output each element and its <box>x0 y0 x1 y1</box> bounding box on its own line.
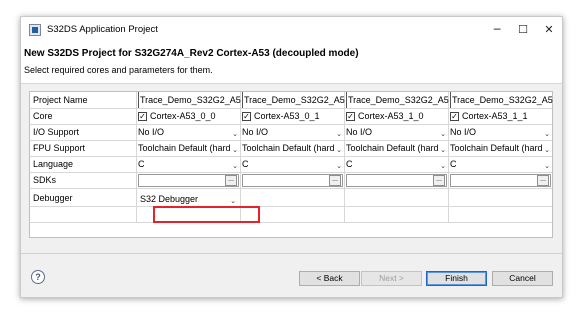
table-column-divider <box>344 92 345 223</box>
footer-divider <box>21 253 562 254</box>
title-bar: S32DS Application Project ─ ☐ ✕ <box>21 17 562 43</box>
core-label: Cortex-A53_1_0 <box>358 111 424 121</box>
core-checkbox[interactable]: ✓ <box>138 112 147 121</box>
io-support-select[interactable]: No I/O <box>138 124 230 140</box>
debugger-select[interactable]: S32 Debugger <box>140 191 228 207</box>
window-title: S32DS Application Project <box>47 24 158 35</box>
core-checkbox[interactable]: ✓ <box>242 112 251 121</box>
chevron-down-icon[interactable]: ⌄ <box>231 158 239 174</box>
maximize-button[interactable]: ☐ <box>510 17 536 43</box>
fpu-support-select[interactable]: Toolchain Default (hard) <box>450 140 542 156</box>
sdk-field[interactable] <box>242 174 343 187</box>
chevron-down-icon[interactable]: ⌄ <box>439 158 447 174</box>
language-select[interactable]: C <box>138 156 230 172</box>
sdk-browse-button[interactable]: ... <box>329 175 341 186</box>
table-column-divider <box>448 92 449 223</box>
finish-button[interactable]: Finish <box>426 271 487 286</box>
io-support-select[interactable]: No I/O <box>450 124 542 140</box>
core-parameters-table: Project Name Core I/O Support FPU Support La… <box>29 91 553 238</box>
wizard-header: New S32DS Project for S32G274A_Rev2 Cort… <box>21 43 562 84</box>
chevron-down-icon[interactable]: ⌄ <box>231 142 239 158</box>
sdk-browse-button[interactable]: ... <box>537 175 549 186</box>
project-name-input[interactable]: Trace_Demo_S32G2_A53_1_1 <box>450 92 553 108</box>
chevron-down-icon[interactable]: ⌄ <box>543 158 551 174</box>
row-label-fpu-support: FPU Support <box>33 143 86 153</box>
chevron-down-icon[interactable]: ⌄ <box>543 126 551 142</box>
help-circle-icon[interactable]: ? <box>31 270 45 284</box>
fpu-support-select[interactable]: Toolchain Default (hard) <box>138 140 230 156</box>
next-button[interactable]: Next > <box>361 271 422 286</box>
core-checkbox[interactable]: ✓ <box>346 112 355 121</box>
close-button[interactable]: ✕ <box>536 17 562 43</box>
sdk-field[interactable] <box>450 174 551 187</box>
io-support-select[interactable]: No I/O <box>242 124 334 140</box>
table-row-divider <box>30 172 552 173</box>
sdk-field[interactable] <box>138 174 239 187</box>
page-subtitle: Select required cores and parameters for… <box>24 65 213 75</box>
sdk-field[interactable] <box>346 174 447 187</box>
language-select[interactable]: C <box>450 156 542 172</box>
page-title: New S32DS Project for S32G274A_Rev2 Cort… <box>24 48 359 59</box>
core-label: Cortex-A53_0_1 <box>254 111 320 121</box>
fpu-support-select[interactable]: Toolchain Default (hard) <box>242 140 334 156</box>
chevron-down-icon[interactable]: ⌄ <box>335 158 343 174</box>
fpu-support-select[interactable]: Toolchain Default (hard) <box>346 140 438 156</box>
debugger-highlight-box <box>153 206 260 223</box>
project-name-input[interactable]: Trace_Demo_S32G2_A53_0_1 <box>242 92 345 108</box>
app-window-icon <box>29 24 41 36</box>
table-row-divider <box>30 188 552 189</box>
table-column-divider <box>136 92 137 223</box>
back-button[interactable]: < Back <box>299 271 360 286</box>
io-support-select[interactable]: No I/O <box>346 124 438 140</box>
row-label-project-name: Project Name <box>33 95 88 105</box>
language-select[interactable]: C <box>346 156 438 172</box>
core-checkbox[interactable]: ✓ <box>450 112 459 121</box>
chevron-down-icon[interactable]: ⌄ <box>439 126 447 142</box>
chevron-down-icon[interactable]: ⌄ <box>439 142 447 158</box>
sdk-browse-button[interactable]: ... <box>433 175 445 186</box>
table-row-divider <box>30 222 552 223</box>
project-name-input[interactable]: Trace_Demo_S32G2_A53_1_0 <box>346 92 449 108</box>
language-select[interactable]: C <box>242 156 334 172</box>
row-label-language: Language <box>33 159 74 169</box>
chevron-down-icon[interactable]: ⌄ <box>231 126 239 142</box>
core-label: Cortex-A53_0_0 <box>150 111 216 121</box>
table-row-divider <box>30 206 552 207</box>
table-column-divider <box>240 92 241 223</box>
sdk-browse-button[interactable]: ... <box>225 175 237 186</box>
project-name-input[interactable]: Trace_Demo_S32G2_A53_0_0 <box>138 92 241 108</box>
chevron-down-icon[interactable]: ⌄ <box>335 142 343 158</box>
chevron-down-icon[interactable]: ⌄ <box>543 142 551 158</box>
chevron-down-icon[interactable]: ⌄ <box>335 126 343 142</box>
row-label-debugger: Debugger <box>33 193 73 203</box>
dialog-window: S32DS Application Project ─ ☐ ✕ New S32D… <box>20 16 563 298</box>
cancel-button[interactable]: Cancel <box>492 271 553 286</box>
row-label-sdks: SDKs <box>33 175 57 185</box>
minimize-button[interactable]: ─ <box>484 17 510 43</box>
row-label-i-o-support: I/O Support <box>33 127 80 137</box>
core-label: Cortex-A53_1_1 <box>462 111 528 121</box>
row-label-core: Core <box>33 111 53 121</box>
